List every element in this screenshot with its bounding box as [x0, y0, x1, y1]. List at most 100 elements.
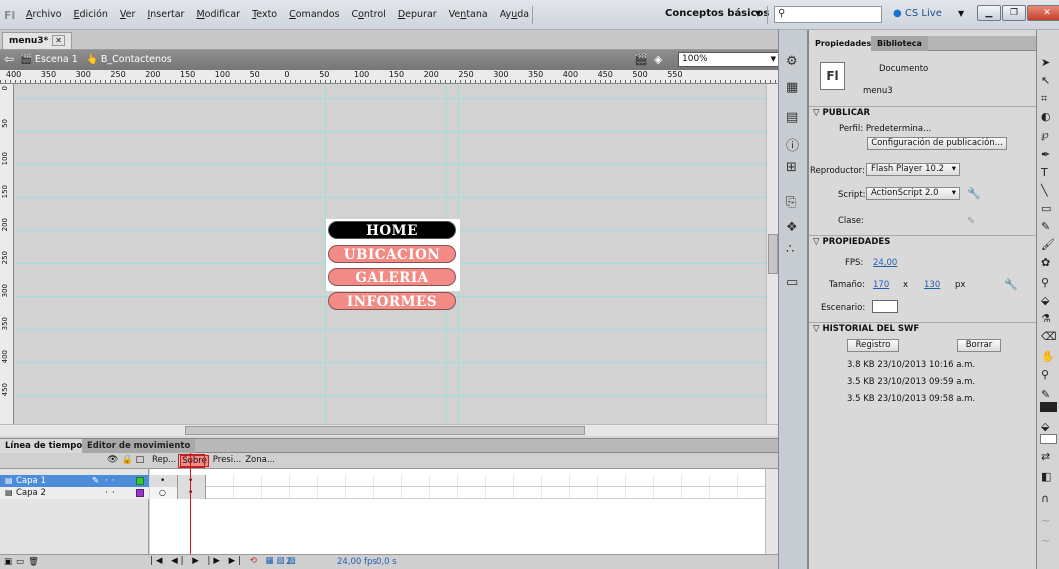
color-icon[interactable]: ▦ [786, 80, 798, 95]
fill-color-swatch[interactable] [1040, 434, 1057, 444]
eraser-tool-icon[interactable]: ⌫ [1041, 330, 1057, 343]
fps-value[interactable]: 24,00 [873, 258, 897, 268]
publish-settings-button[interactable]: Configuración de publicación... [867, 137, 1007, 150]
current-frame[interactable]: 2 [286, 557, 291, 567]
workspace-switcher[interactable]: Conceptos básicos [665, 8, 769, 19]
transform-icon[interactable]: ⊞ [786, 160, 797, 175]
clear-button[interactable]: Borrar [957, 339, 1001, 352]
minimize-button[interactable]: ▁ [977, 5, 1001, 21]
galeria-button[interactable]: GALERIA [328, 268, 456, 286]
back-arrow-icon[interactable]: ⇦ [4, 52, 14, 66]
menu-item-depurar[interactable]: Depurar [392, 9, 443, 20]
text-tool-icon[interactable]: T [1041, 166, 1048, 179]
code-snippets-icon[interactable]: ⎘ [786, 195, 796, 210]
brush-tool-icon[interactable]: 🖌 [1041, 238, 1055, 251]
edit-symbol-icon[interactable]: ◈ [654, 53, 662, 66]
play-icon[interactable]: ▶ [192, 556, 202, 566]
wrench-icon[interactable]: 🔧 [1004, 278, 1018, 291]
layer-row[interactable]: ▤ Capa 2 ·· [0, 487, 149, 499]
menu-item-archivo[interactable]: Archivo [20, 9, 68, 20]
script-select[interactable]: ActionScript 2.0 ▾ [866, 187, 960, 200]
scrollbar-thumb[interactable] [185, 426, 585, 435]
align-icon[interactable]: ▤ [786, 110, 798, 125]
layer-row[interactable]: ▤ Capa 1 ✎ ·· [0, 475, 149, 487]
snap-magnet-icon[interactable]: ∩ [1041, 492, 1049, 505]
menu-item-modificar[interactable]: Modificar [190, 9, 246, 20]
eyedropper-tool-icon[interactable]: ⚗ [1041, 312, 1051, 325]
menu-item-ver[interactable]: Ver [114, 9, 142, 20]
rectangle-tool-icon[interactable]: ▭ [1041, 202, 1051, 215]
section-publish[interactable]: ▽ PUBLICAR [809, 106, 1037, 118]
last-frame-icon[interactable]: ▶| [229, 556, 244, 566]
keyframe[interactable]: • [150, 475, 178, 487]
player-select[interactable]: Flash Player 10.2 ▾ [866, 163, 960, 176]
tab-timeline[interactable]: Línea de tiempo [0, 439, 88, 453]
height-value[interactable]: 130 [924, 280, 940, 290]
menu-item-insertar[interactable]: Insertar [141, 9, 190, 20]
motion-presets-icon[interactable]: ⚙ [786, 54, 798, 69]
stage-horizontal-scrollbar[interactable] [0, 424, 778, 436]
first-frame-icon[interactable]: |◀ [150, 556, 165, 566]
lasso-tool-icon[interactable]: ℘ [1041, 128, 1049, 141]
menu-item-edición[interactable]: Edición [68, 9, 114, 20]
document-tab[interactable]: menu3* ✕ [2, 32, 72, 49]
keyframe[interactable]: • [178, 475, 206, 487]
stage-vertical-scrollbar[interactable] [766, 84, 778, 424]
scrollbar-thumb[interactable] [768, 234, 778, 274]
tab-motion-editor[interactable]: Editor de movimiento [82, 439, 196, 453]
menu-item-comandos[interactable]: Comandos [283, 9, 345, 20]
lock-icon[interactable]: 🔒 [121, 455, 135, 465]
log-button[interactable]: Registro [847, 339, 899, 352]
selection-tool-icon[interactable]: ➤ [1041, 56, 1050, 69]
frame-row[interactable]: • • [150, 475, 765, 487]
section-properties[interactable]: ▽ PROPIEDADES [809, 235, 1037, 247]
step-forward-icon[interactable]: |▶ [207, 556, 222, 566]
menu-item-control[interactable]: Control [345, 9, 391, 20]
new-folder-icon[interactable]: ▭ [16, 557, 28, 567]
stroke-color-swatch[interactable] [1040, 402, 1057, 412]
step-back-icon[interactable]: ◀| [171, 556, 186, 566]
paint-bucket-tool-icon[interactable]: ⬙ [1041, 294, 1049, 307]
stage-color-swatch[interactable] [872, 300, 898, 313]
layer-state-dots[interactable]: ·· [105, 487, 119, 499]
pen-tool-icon[interactable]: ✒ [1041, 148, 1050, 161]
close-icon[interactable]: ✕ [52, 35, 65, 46]
eye-icon[interactable]: 👁 [107, 455, 121, 465]
free-transform-tool-icon[interactable]: ⌗ [1041, 92, 1047, 106]
search-input[interactable]: ⚲ [774, 6, 882, 23]
informes-button[interactable]: INFORMES [328, 292, 456, 310]
smooth-icon[interactable]: ~ [1041, 514, 1050, 527]
restore-button[interactable]: ❐ [1002, 5, 1026, 21]
playhead-frame[interactable] [178, 454, 205, 468]
onion-skin-icon[interactable]: ▦▧▨ [266, 556, 299, 566]
playhead[interactable] [190, 453, 191, 569]
deco-tool-icon[interactable]: ✿ [1041, 256, 1050, 269]
straighten-icon[interactable]: ~ [1041, 534, 1050, 547]
new-layer-icon[interactable]: ▣ [4, 557, 16, 567]
outline-icon[interactable]: □ [136, 455, 148, 465]
wrench-icon[interactable]: 🔧 [967, 187, 981, 200]
components-icon[interactable]: ❖ [786, 220, 798, 235]
home-button[interactable]: HOME [328, 221, 456, 239]
pencil-tool-icon[interactable]: ✎ [1041, 220, 1050, 233]
menu-item-ventana[interactable]: Ventana [443, 9, 494, 20]
tab-library[interactable]: Biblioteca [871, 36, 928, 51]
3d-rotation-tool-icon[interactable]: ◐ [1041, 110, 1051, 123]
timeline-scrollbar[interactable] [765, 469, 778, 554]
zoom-tool-icon[interactable]: ⚲ [1041, 368, 1049, 381]
fill-color-icon[interactable]: ⬙ [1041, 420, 1049, 433]
breadcrumb-scene[interactable]: 🎬 Escena 1 [20, 54, 78, 65]
zoom-select[interactable]: 100% ▼ [678, 52, 780, 67]
layer-color-swatch[interactable] [136, 489, 144, 497]
layer-color-swatch[interactable] [136, 477, 144, 485]
black-white-icon[interactable]: ◧ [1041, 470, 1051, 483]
frame-row[interactable]: ○ • [150, 487, 765, 499]
empty-keyframe[interactable]: ○ [150, 487, 178, 499]
delete-icon[interactable]: 🗑 [28, 557, 43, 567]
history-icon[interactable]: ▭ [786, 275, 798, 290]
loop-icon[interactable]: ⟲ [250, 556, 260, 566]
stage-canvas[interactable]: HOME UBICACION GALERIA INFORMES [14, 84, 774, 424]
pencil-icon[interactable]: ✎ [967, 216, 975, 227]
edit-scene-icon[interactable]: 🎬 [634, 53, 648, 66]
motion-icon[interactable]: ∴ [786, 242, 794, 257]
